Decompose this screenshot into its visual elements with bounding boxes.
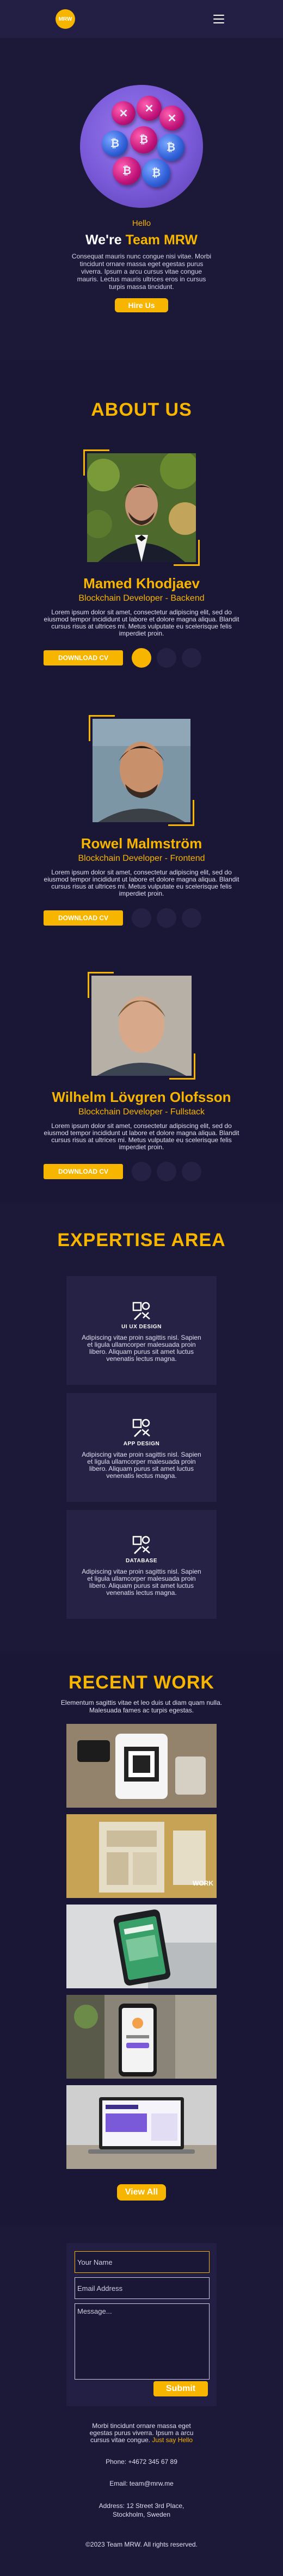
work-item[interactable] <box>66 1905 217 1988</box>
view-all-button[interactable]: View All <box>117 2184 166 2201</box>
recent-work-subtitle: Elementum sagittis vitae et leo duis ut … <box>60 1699 223 1714</box>
contact-phone: Phone: +4672 345 67 89 <box>106 2458 177 2466</box>
hero-title: We're Team MRW <box>0 232 283 248</box>
expertise-card: DATABASE Adipiscing vitae proin sagittis… <box>66 1510 217 1619</box>
social-link-icon[interactable] <box>182 908 201 928</box>
member-role: Blockchain Developer - Frontend <box>78 854 205 863</box>
work-item[interactable]: WORK <box>66 1814 217 1898</box>
contact-address: Address: 12 Street 3rd Place, Stockholm,… <box>0 2501 283 2519</box>
team-member-card: Rowel Malmström Blockchain Developer - F… <box>0 715 283 928</box>
work-item[interactable] <box>66 1995 217 2079</box>
expertise-card: UI UX DESIGN Adipiscing vitae proin sagi… <box>66 1276 217 1385</box>
member-actions: DOWNLOAD CV <box>44 648 239 668</box>
hero-title-accent: Team MRW <box>125 232 198 248</box>
social-link-icon[interactable] <box>157 908 176 928</box>
member-photo <box>88 972 195 1080</box>
social-link-icon[interactable] <box>182 648 201 668</box>
member-name: Wilhelm Lövgren Olofsson <box>52 1089 231 1105</box>
member-bio: Lorem ipsum dolor sit amet, consectetur … <box>44 1122 239 1151</box>
member-actions: DOWNLOAD CV <box>44 908 239 928</box>
ripple-coin-icon: ✕ <box>159 106 184 131</box>
logo[interactable]: MRW <box>56 9 75 29</box>
bitcoin-coin-icon: ₿ <box>130 126 157 153</box>
member-photo <box>83 449 200 566</box>
about-title: ABOUT US <box>91 399 192 420</box>
team-member-card: Wilhelm Lövgren Olofsson Blockchain Deve… <box>0 972 283 1181</box>
about-section: ABOUT US Mamed Khodjaev Blockchain Devel… <box>0 360 283 1204</box>
contact-text: Morbi tincidunt ornare massa eget egesta… <box>82 2423 201 2444</box>
social-link-icon[interactable] <box>157 648 176 668</box>
hero-description: Consequat mauris nunc congue nisi vitae.… <box>71 252 212 291</box>
member-photo <box>89 715 194 826</box>
recent-work-section: RECENT WORK Elementum sagittis vitae et … <box>0 1653 283 2227</box>
member-name: Mamed Khodjaev <box>83 575 200 591</box>
hero-greeting: Hello <box>132 219 151 228</box>
address-line: Stockholm, Sweden <box>112 2511 171 2518</box>
member-portrait <box>87 453 196 562</box>
social-link-icon[interactable] <box>132 1162 151 1181</box>
ripple-coin-icon: ✕ <box>112 101 136 125</box>
hire-us-button[interactable]: Hire Us <box>115 298 168 312</box>
social-link-icon[interactable] <box>132 908 151 928</box>
work-item[interactable] <box>66 1724 217 1808</box>
social-link-icon[interactable] <box>182 1162 201 1181</box>
design-tools-icon <box>132 1419 150 1437</box>
social-link-icon[interactable] <box>132 648 151 668</box>
contact-form: Submit <box>66 2243 217 2406</box>
social-link-icon[interactable] <box>157 1162 176 1181</box>
email-field[interactable] <box>75 2277 210 2299</box>
address-line: Address: 12 Street 3rd Place, <box>99 2502 184 2510</box>
bitcoin-coin-icon: ₿ <box>113 157 141 185</box>
social-links <box>132 908 201 928</box>
say-hello-link[interactable]: Just say Hello <box>152 2436 193 2444</box>
hero-section: ✕ ✕ ✕ ₿ ₿ ₿ ₿ ₿ Hello We're Team MRW Con… <box>0 38 283 360</box>
work-tag: WORK <box>193 1879 213 1887</box>
hero-title-prefix: We're <box>85 232 126 248</box>
copyright: ©2023 Team MRW. All rights reserved. <box>85 2541 198 2548</box>
member-bio: Lorem ipsum dolor sit amet, consectetur … <box>44 868 239 897</box>
site-header: MRW <box>0 0 283 38</box>
member-actions: DOWNLOAD CV <box>44 1162 239 1181</box>
bitcoin-coin-icon: ₿ <box>157 134 184 161</box>
expertise-card-text: Adipiscing vitae proin sagittis nisl. Sa… <box>82 1568 201 1597</box>
expertise-card-text: Adipiscing vitae proin sagittis nisl. Sa… <box>82 1334 201 1363</box>
work-item[interactable] <box>66 2085 217 2169</box>
member-bio: Lorem ipsum dolor sit amet, consectetur … <box>44 608 239 637</box>
member-portrait <box>91 976 192 1076</box>
contact-email: Email: team@mrw.me <box>109 2480 174 2487</box>
contact-section: Submit Morbi tincidunt ornare massa eget… <box>0 2227 283 2553</box>
name-field[interactable] <box>75 2251 210 2273</box>
expertise-title: EXPERTISE AREA <box>57 1230 226 1250</box>
member-role: Blockchain Developer - Fullstack <box>78 1107 205 1117</box>
team-member-card: Mamed Khodjaev Blockchain Developer - Ba… <box>0 449 283 668</box>
recent-work-title: RECENT WORK <box>69 1672 214 1693</box>
hamburger-menu-icon[interactable] <box>213 15 224 23</box>
message-field[interactable] <box>75 2303 210 2380</box>
social-links <box>132 1162 201 1181</box>
expertise-card-text: Adipiscing vitae proin sagittis nisl. Sa… <box>82 1451 201 1480</box>
bitcoin-coin-icon: ₿ <box>102 131 128 157</box>
member-name: Rowel Malmström <box>81 835 202 852</box>
member-portrait <box>93 719 190 822</box>
social-links <box>132 648 201 668</box>
download-cv-button[interactable]: DOWNLOAD CV <box>44 910 123 926</box>
design-tools-icon <box>132 1302 150 1320</box>
submit-button[interactable]: Submit <box>153 2381 208 2396</box>
download-cv-button[interactable]: DOWNLOAD CV <box>44 650 123 665</box>
expertise-card-title: APP DESIGN <box>123 1441 160 1447</box>
expertise-card-title: DATABASE <box>125 1558 158 1564</box>
expertise-card: APP DESIGN Adipiscing vitae proin sagitt… <box>66 1393 217 1502</box>
expertise-card-title: UI UX DESIGN <box>121 1324 162 1330</box>
expertise-section: EXPERTISE AREA UI UX DESIGN Adipiscing v… <box>0 1204 283 1653</box>
ripple-coin-icon: ✕ <box>137 96 162 121</box>
design-tools-icon <box>132 1536 150 1554</box>
hero-crypto-illustration: ✕ ✕ ✕ ₿ ₿ ₿ ₿ ₿ <box>80 85 203 208</box>
member-role: Blockchain Developer - Backend <box>78 594 205 603</box>
bitcoin-coin-icon: ₿ <box>142 159 170 187</box>
download-cv-button[interactable]: DOWNLOAD CV <box>44 1164 123 1179</box>
